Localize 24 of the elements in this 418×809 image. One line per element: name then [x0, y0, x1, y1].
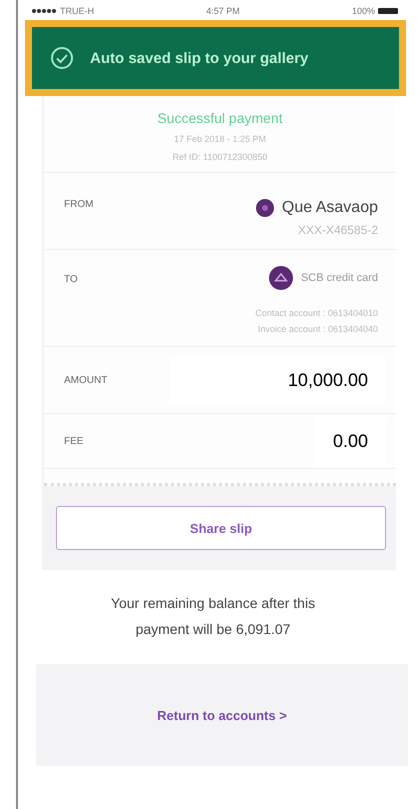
recipient-name: SCB credit card	[300, 272, 378, 284]
return-to-accounts-link[interactable]: Return to accounts >	[157, 708, 287, 722]
avatar-icon	[256, 199, 274, 217]
recipient-account: Invoice account : 0613404040	[258, 324, 378, 334]
signal-icon	[32, 9, 56, 13]
reference-id: Ref ID: 1100712300850	[172, 152, 268, 162]
toast-message: Auto saved slip to your gallery	[90, 50, 308, 66]
payment-status: Successful payment	[156, 110, 284, 126]
amount-label: AMOUNT	[64, 374, 108, 386]
to-label: TO	[64, 274, 78, 287]
battery-icon	[378, 8, 398, 14]
from-label: FROM	[64, 199, 94, 212]
bank-logo-icon	[268, 266, 293, 290]
fee-label: FEE	[64, 436, 84, 446]
share-slip-button[interactable]: Share slip	[56, 506, 386, 550]
check-circle-icon	[50, 46, 74, 70]
balance-note: Your remaining balance after this payment will be 6,091.07	[110, 594, 316, 639]
recipient-account: Contact account : 0613404010	[255, 308, 378, 318]
sender-account: XXX-X46585-2	[298, 223, 378, 237]
battery-percent: 100%	[352, 6, 375, 16]
sender-name: Que Asavaop	[282, 199, 378, 217]
clock-time: 4:57 PM	[206, 6, 240, 16]
payment-date: 17 Feb 2018 - 1:25 PM	[172, 134, 268, 144]
carrier-name: TRUE-H	[60, 6, 94, 16]
